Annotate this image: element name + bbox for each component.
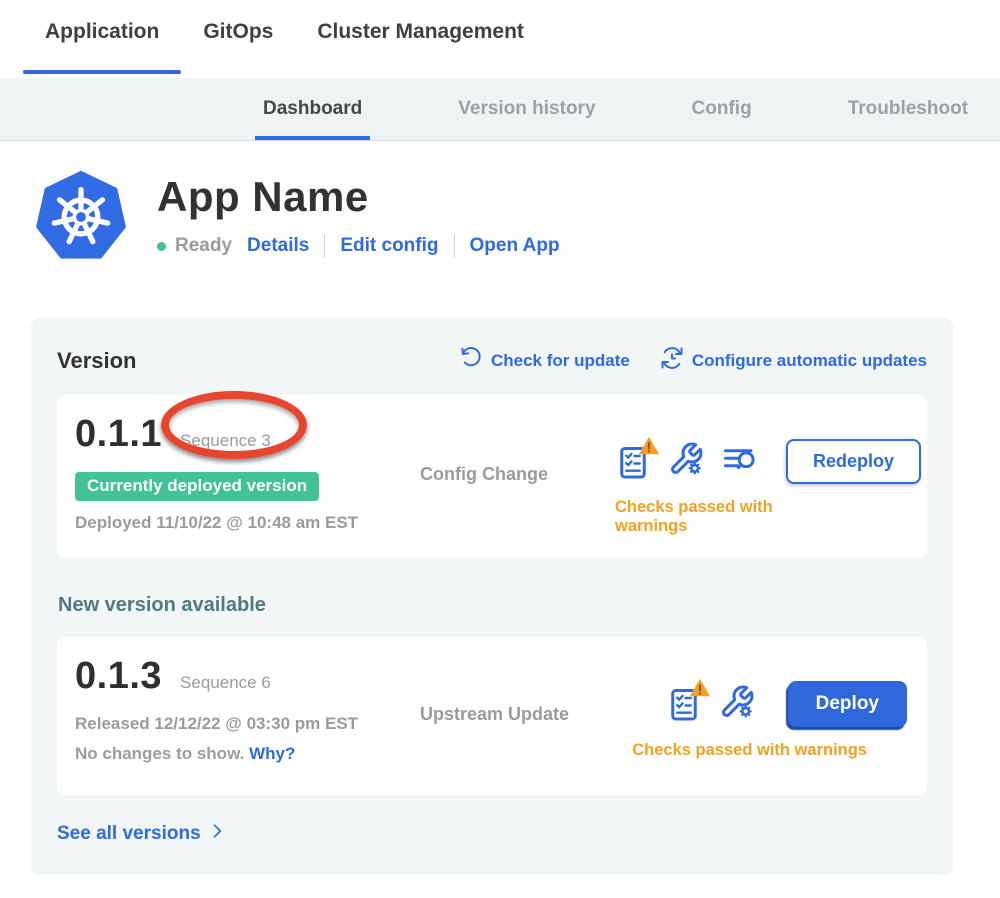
warning-triangle-icon <box>689 677 711 699</box>
divider <box>324 234 325 258</box>
open-app-link[interactable]: Open App <box>470 235 560 257</box>
why-link[interactable]: Why? <box>249 744 295 763</box>
redeploy-button[interactable]: Redeploy <box>786 439 921 484</box>
deploy-button[interactable]: Deploy <box>788 681 907 727</box>
app-status-row: Ready Details Edit config Open App <box>157 234 560 258</box>
available-sequence-label: Sequence 6 <box>180 673 271 693</box>
see-all-versions-link[interactable]: See all versions <box>57 821 927 847</box>
available-source-type: Upstream Update <box>420 704 615 725</box>
available-version-card: 0.1.3 Sequence 6 Released 12/12/22 @ 03:… <box>57 637 927 795</box>
config-wrench-icon[interactable] <box>668 441 704 482</box>
kubernetes-logo-icon <box>35 171 127 268</box>
tab-config[interactable]: Config <box>684 78 760 140</box>
app-header: App Name Ready Details Edit config Open … <box>35 171 1000 268</box>
deployed-timestamp: Deployed 11/10/22 @ 10:48 am EST <box>75 513 420 533</box>
version-panel-title: Version <box>57 348 136 374</box>
tab-troubleshoot[interactable]: Troubleshoot <box>840 78 976 140</box>
app-status-label: Ready <box>175 235 232 257</box>
tab-dashboard[interactable]: Dashboard <box>255 78 370 140</box>
configure-automatic-updates-label: Configure automatic updates <box>692 351 927 371</box>
app-title: App Name <box>157 173 560 221</box>
version-panel: Version Check for update <box>31 318 953 875</box>
tab-version-history[interactable]: Version history <box>450 78 603 140</box>
deployed-source-type: Config Change <box>420 464 615 485</box>
no-changes-note: No changes to show. Why? <box>75 744 420 764</box>
primary-nav: Application GitOps Cluster Management <box>0 0 1000 78</box>
see-all-versions-label: See all versions <box>57 823 201 845</box>
clock-refresh-icon <box>660 346 684 375</box>
app-sub-nav: Dashboard Version history Config Trouble… <box>0 78 1000 141</box>
divider <box>454 234 455 258</box>
details-link[interactable]: Details <box>247 235 309 257</box>
warning-triangle-icon <box>638 435 660 457</box>
refresh-icon <box>459 346 483 375</box>
available-checks-status: Checks passed with warnings <box>632 741 867 760</box>
deployed-sequence-label: Sequence 3 <box>180 431 271 451</box>
deployed-checks-status: Checks passed with warnings <box>615 498 793 536</box>
tab-cluster-management[interactable]: Cluster Management <box>295 0 546 78</box>
tab-application[interactable]: Application <box>23 0 181 78</box>
view-files-search-icon[interactable] <box>721 441 757 482</box>
released-timestamp: Released 12/12/22 @ 03:30 pm EST <box>75 714 420 734</box>
tab-gitops[interactable]: GitOps <box>181 0 295 78</box>
check-for-update-button[interactable]: Check for update <box>459 346 630 375</box>
deployed-version-number: 0.1.1 <box>75 413 162 456</box>
preflight-checks-warning-icon[interactable] <box>666 686 702 722</box>
ready-status-dot-icon <box>157 242 166 251</box>
configure-automatic-updates-button[interactable]: Configure automatic updates <box>660 346 927 375</box>
no-changes-text: No changes to show. <box>75 744 244 763</box>
available-version-number: 0.1.3 <box>75 655 162 698</box>
currently-deployed-badge: Currently deployed version <box>75 472 319 501</box>
preflight-checks-warning-icon[interactable] <box>615 444 651 480</box>
chevron-right-icon <box>207 821 227 847</box>
edit-config-link[interactable]: Edit config <box>340 235 438 257</box>
new-version-heading: New version available <box>58 594 927 617</box>
check-for-update-label: Check for update <box>491 351 630 371</box>
deployed-version-card: 0.1.1 Sequence 3 Currently deployed vers… <box>57 395 927 558</box>
config-wrench-icon[interactable] <box>719 684 755 725</box>
